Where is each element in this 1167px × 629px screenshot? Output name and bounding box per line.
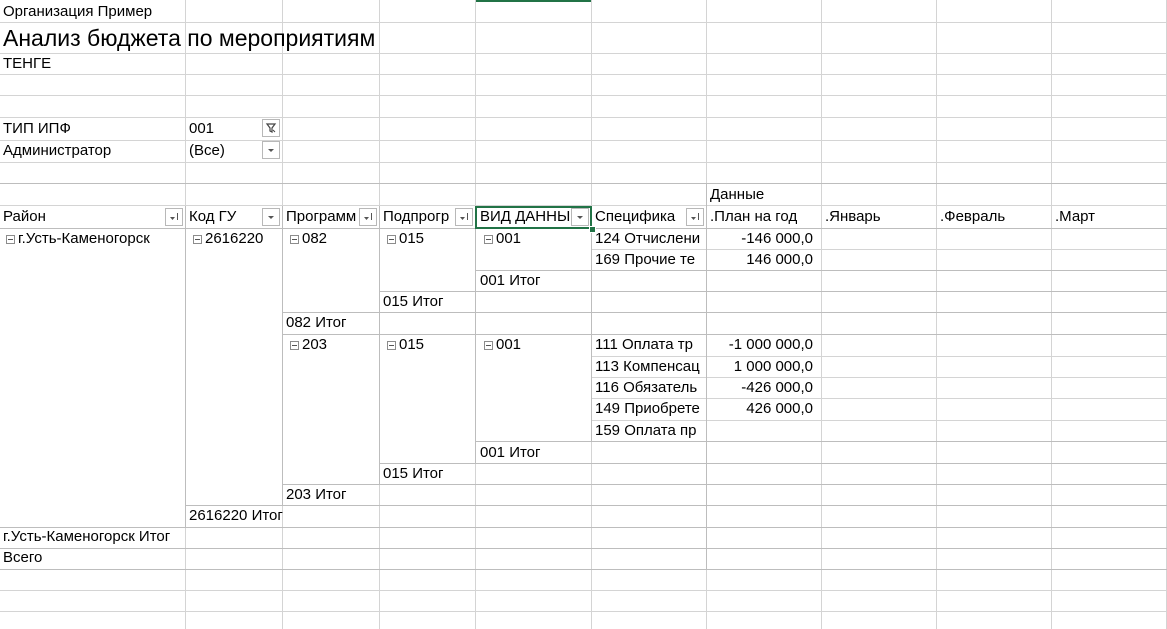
sort-filter-icon[interactable] <box>165 208 183 226</box>
data-caption: Данные <box>710 186 765 203</box>
column-header-programma: Программ <box>286 208 357 225</box>
subprogram-total: 015 Итог <box>383 465 444 482</box>
program-total: 203 Итог <box>286 486 347 503</box>
column-header-rayon: Район <box>3 208 46 225</box>
plan-value-cell: 1 000 000,0 <box>733 358 813 375</box>
active-cell-selection <box>475 206 592 229</box>
sort-filter-icon[interactable] <box>686 208 704 226</box>
currency-label: ТЕНГЕ <box>3 55 52 72</box>
selected-column-indicator <box>476 0 591 2</box>
column-header-podprogramma: Подпрогр <box>383 208 450 225</box>
spec-cell: 111 Оплата тр <box>595 336 693 353</box>
spec-cell: 113 Компенсац <box>595 358 700 375</box>
column-header-february: .Февраль <box>940 208 1006 225</box>
collapse-icon[interactable] <box>484 235 493 244</box>
spec-cell: 149 Приобрете <box>595 400 700 417</box>
grand-total: Всего <box>3 549 43 566</box>
plan-value-cell: -146 000,0 <box>741 230 813 247</box>
collapse-icon[interactable] <box>193 235 202 244</box>
filter-value-administrator[interactable]: (Все) <box>189 141 259 161</box>
column-header-kod-gu: Код ГУ <box>189 208 237 225</box>
column-header-plan: .План на год <box>710 208 798 225</box>
data-type-total: 001 Итог <box>480 444 541 461</box>
filter-value-tip-ipf[interactable]: 001 <box>189 119 259 139</box>
filter-applied-icon[interactable] <box>262 119 280 137</box>
subprogram-total: 015 Итог <box>383 293 444 310</box>
spec-cell: 169 Прочие те <box>595 251 696 268</box>
collapse-icon[interactable] <box>387 235 396 244</box>
collapse-icon[interactable] <box>6 235 15 244</box>
program-cell: 203 <box>302 336 328 353</box>
plan-value-cell: -1 000 000,0 <box>728 336 813 353</box>
spec-cell: 124 Отчислени <box>595 230 701 247</box>
organization-name: Организация Пример <box>3 3 153 20</box>
plan-value-cell: 146 000,0 <box>746 251 813 268</box>
column-header-january: .Январь <box>825 208 881 225</box>
subprogram-cell: 015 <box>399 230 425 247</box>
collapse-icon[interactable] <box>484 341 493 350</box>
kod-gu-total: 2616220 Итог <box>189 507 283 524</box>
filter-label-tip-ipf: ТИП ИПФ <box>3 120 71 137</box>
sort-filter-icon[interactable] <box>359 208 377 226</box>
rayon-cell: г.Усть-Каменогорск <box>18 230 150 247</box>
data-type-total: 001 Итог <box>480 272 541 289</box>
rayon-total: г.Усть-Каменогорск Итог <box>3 528 171 545</box>
sort-filter-icon[interactable] <box>455 208 473 226</box>
filter-label-administrator: Администратор <box>3 142 112 159</box>
kod-gu-cell: 2616220 <box>205 230 264 247</box>
chevron-down-icon[interactable] <box>262 208 280 226</box>
spec-cell: 116 Обязатель <box>595 379 698 396</box>
chevron-down-icon[interactable] <box>262 141 280 159</box>
report-title: Анализ бюджета по мероприятиям <box>3 25 376 51</box>
plan-value-cell <box>708 421 813 441</box>
plan-value-cell: -426 000,0 <box>741 379 813 396</box>
column-header-specifika: Специфика <box>595 208 676 225</box>
spec-cell: 159 Оплата пр <box>595 422 697 439</box>
collapse-icon[interactable] <box>290 341 299 350</box>
plan-value-cell: 426 000,0 <box>746 400 813 417</box>
collapse-icon[interactable] <box>387 341 396 350</box>
program-total: 082 Итог <box>286 314 347 331</box>
data-type-cell: 001 <box>496 336 522 353</box>
column-header-march: .Март <box>1055 208 1096 225</box>
program-cell: 082 <box>302 230 328 247</box>
data-type-cell: 001 <box>496 230 522 247</box>
subprogram-cell: 015 <box>399 336 425 353</box>
collapse-icon[interactable] <box>290 235 299 244</box>
